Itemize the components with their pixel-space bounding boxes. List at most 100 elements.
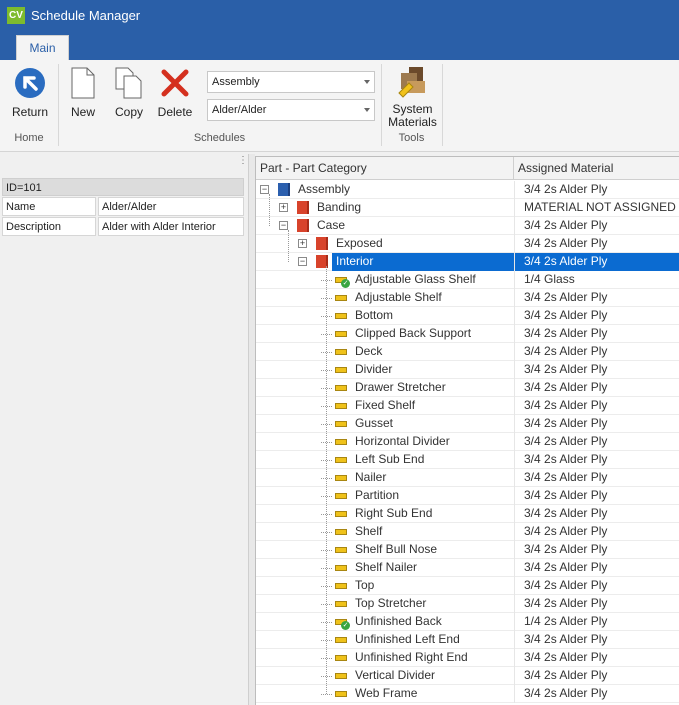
tree-row[interactable]: Shelf Bull Nose 3/4 2s Alder Ply xyxy=(256,541,679,559)
part-name: Top xyxy=(355,578,375,592)
part-name: Banding xyxy=(317,200,362,214)
check-icon: ✓ xyxy=(341,621,350,630)
part-icon xyxy=(335,367,347,373)
part-icon xyxy=(335,547,347,553)
property-key: Name xyxy=(2,197,96,216)
part-name: Shelf Bull Nose xyxy=(355,542,438,556)
tree-row[interactable]: Gusset 3/4 2s Alder Ply xyxy=(256,415,679,433)
expand-icon[interactable]: + xyxy=(298,239,307,248)
tree-row[interactable]: − Interior 3/4 2s Alder Ply xyxy=(256,253,679,271)
tree-row[interactable]: Top Stretcher 3/4 2s Alder Ply xyxy=(256,595,679,613)
collapse-icon[interactable]: − xyxy=(260,185,269,194)
tree-row[interactable]: Shelf 3/4 2s Alder Ply xyxy=(256,523,679,541)
assigned-material[interactable]: 3/4 2s Alder Ply xyxy=(514,487,679,505)
tree-row[interactable]: − Case 3/4 2s Alder Ply xyxy=(256,217,679,235)
tree-connector xyxy=(269,194,270,226)
tree-row[interactable]: Fixed Shelf 3/4 2s Alder Ply xyxy=(256,397,679,415)
assigned-material[interactable]: 3/4 2s Alder Ply xyxy=(514,433,679,451)
tree-row[interactable]: Left Sub End 3/4 2s Alder Ply xyxy=(256,451,679,469)
part-name: Exposed xyxy=(336,236,383,250)
expand-icon[interactable]: + xyxy=(279,203,288,212)
column-header-part[interactable]: Part - Part Category xyxy=(256,157,514,180)
assigned-material[interactable]: 3/4 2s Alder Ply xyxy=(514,685,679,703)
collapse-icon[interactable]: − xyxy=(298,257,307,266)
assigned-material[interactable]: 3/4 2s Alder Ply xyxy=(514,253,679,271)
system-materials-label-1: System xyxy=(392,102,433,116)
assigned-material[interactable]: 3/4 2s Alder Ply xyxy=(514,181,679,199)
assigned-material[interactable]: 3/4 2s Alder Ply xyxy=(514,415,679,433)
assigned-material[interactable]: 3/4 2s Alder Ply xyxy=(514,559,679,577)
tree-row[interactable]: Deck 3/4 2s Alder Ply xyxy=(256,343,679,361)
tree-row[interactable]: Bottom 3/4 2s Alder Ply xyxy=(256,307,679,325)
assigned-material[interactable]: 3/4 2s Alder Ply xyxy=(514,523,679,541)
tree-row[interactable]: Web Frame 3/4 2s Alder Ply xyxy=(256,685,679,703)
tree-row[interactable]: Nailer 3/4 2s Alder Ply xyxy=(256,469,679,487)
return-button[interactable]: Return xyxy=(8,64,52,124)
tree-row[interactable]: ✓ Unfinished Back 1/4 2s Alder Ply xyxy=(256,613,679,631)
assigned-material[interactable]: 3/4 2s Alder Ply xyxy=(514,361,679,379)
schedule-select[interactable]: Alder/Alder xyxy=(207,99,375,121)
part-name: Adjustable Glass Shelf xyxy=(355,272,476,286)
assigned-material[interactable]: 3/4 2s Alder Ply xyxy=(514,235,679,253)
property-value-name[interactable]: Alder/Alder xyxy=(98,197,244,216)
assigned-material[interactable]: 3/4 2s Alder Ply xyxy=(514,343,679,361)
assigned-material[interactable]: 3/4 2s Alder Ply xyxy=(514,595,679,613)
assigned-material[interactable]: MATERIAL NOT ASSIGNED xyxy=(514,199,679,217)
part-icon xyxy=(335,295,347,301)
tree-row[interactable]: Clipped Back Support 3/4 2s Alder Ply xyxy=(256,325,679,343)
collapse-icon[interactable]: − xyxy=(279,221,288,230)
part-name: Clipped Back Support xyxy=(355,326,472,340)
tree-row[interactable]: Horizontal Divider 3/4 2s Alder Ply xyxy=(256,433,679,451)
tree-row[interactable]: ✓ Adjustable Glass Shelf 1/4 Glass xyxy=(256,271,679,289)
tree-row[interactable]: Right Sub End 3/4 2s Alder Ply xyxy=(256,505,679,523)
part-icon xyxy=(335,529,347,535)
delete-button[interactable]: Delete xyxy=(155,64,195,124)
copy-button[interactable]: Copy xyxy=(110,64,148,124)
assigned-material[interactable]: 3/4 2s Alder Ply xyxy=(514,325,679,343)
tree-row[interactable]: Unfinished Right End 3/4 2s Alder Ply xyxy=(256,649,679,667)
property-value-description[interactable]: Alder with Alder Interior xyxy=(98,217,244,236)
tree-row[interactable]: Divider 3/4 2s Alder Ply xyxy=(256,361,679,379)
schedule-type-select[interactable]: Assembly xyxy=(207,71,375,93)
tab-main[interactable]: Main xyxy=(16,35,69,60)
part-icon xyxy=(335,403,347,409)
assigned-material[interactable]: 3/4 2s Alder Ply xyxy=(514,289,679,307)
assigned-material[interactable]: 3/4 2s Alder Ply xyxy=(514,505,679,523)
tree-row[interactable]: + Banding MATERIAL NOT ASSIGNED xyxy=(256,199,679,217)
category-icon xyxy=(297,201,309,214)
part-name: Left Sub End xyxy=(355,452,425,466)
assigned-material[interactable]: 3/4 2s Alder Ply xyxy=(514,649,679,667)
tree-row[interactable]: Partition 3/4 2s Alder Ply xyxy=(256,487,679,505)
assigned-material[interactable]: 3/4 2s Alder Ply xyxy=(514,631,679,649)
new-button[interactable]: New xyxy=(64,64,102,124)
delete-x-icon xyxy=(161,69,189,97)
tree-row[interactable]: Unfinished Left End 3/4 2s Alder Ply xyxy=(256,631,679,649)
assigned-material[interactable]: 3/4 2s Alder Ply xyxy=(514,379,679,397)
assigned-material[interactable]: 3/4 2s Alder Ply xyxy=(514,217,679,235)
tree-row[interactable]: Drawer Stretcher 3/4 2s Alder Ply xyxy=(256,379,679,397)
tree-row[interactable]: − Assembly 3/4 2s Alder Ply xyxy=(256,181,679,199)
tree-row[interactable]: Shelf Nailer 3/4 2s Alder Ply xyxy=(256,559,679,577)
assigned-material[interactable]: 3/4 2s Alder Ply xyxy=(514,451,679,469)
tree-row[interactable]: Vertical Divider 3/4 2s Alder Ply xyxy=(256,667,679,685)
assigned-material[interactable]: 3/4 2s Alder Ply xyxy=(514,541,679,559)
assigned-material[interactable]: 3/4 2s Alder Ply xyxy=(514,667,679,685)
assigned-material[interactable]: 3/4 2s Alder Ply xyxy=(514,307,679,325)
system-materials-button[interactable]: System Materials xyxy=(385,64,440,130)
assigned-material[interactable]: 3/4 2s Alder Ply xyxy=(514,469,679,487)
chevron-down-icon xyxy=(364,108,370,112)
tree-row[interactable]: + Exposed 3/4 2s Alder Ply xyxy=(256,235,679,253)
assigned-material[interactable]: 3/4 2s Alder Ply xyxy=(514,577,679,595)
tree-row[interactable]: Top 3/4 2s Alder Ply xyxy=(256,577,679,595)
part-icon xyxy=(335,439,347,445)
part-name: Vertical Divider xyxy=(355,668,436,682)
panel-menu-icon[interactable]: ⋮ xyxy=(238,156,248,166)
part-name: Adjustable Shelf xyxy=(355,290,442,304)
column-header-material[interactable]: Assigned Material xyxy=(514,157,679,180)
assigned-material[interactable]: 3/4 2s Alder Ply xyxy=(514,397,679,415)
tree-row[interactable]: Adjustable Shelf 3/4 2s Alder Ply xyxy=(256,289,679,307)
assigned-material[interactable]: 1/4 2s Alder Ply xyxy=(514,613,679,631)
assigned-material[interactable]: 1/4 Glass xyxy=(514,271,679,289)
part-name: Case xyxy=(317,218,346,232)
schedule-type-value: Assembly xyxy=(212,76,260,88)
